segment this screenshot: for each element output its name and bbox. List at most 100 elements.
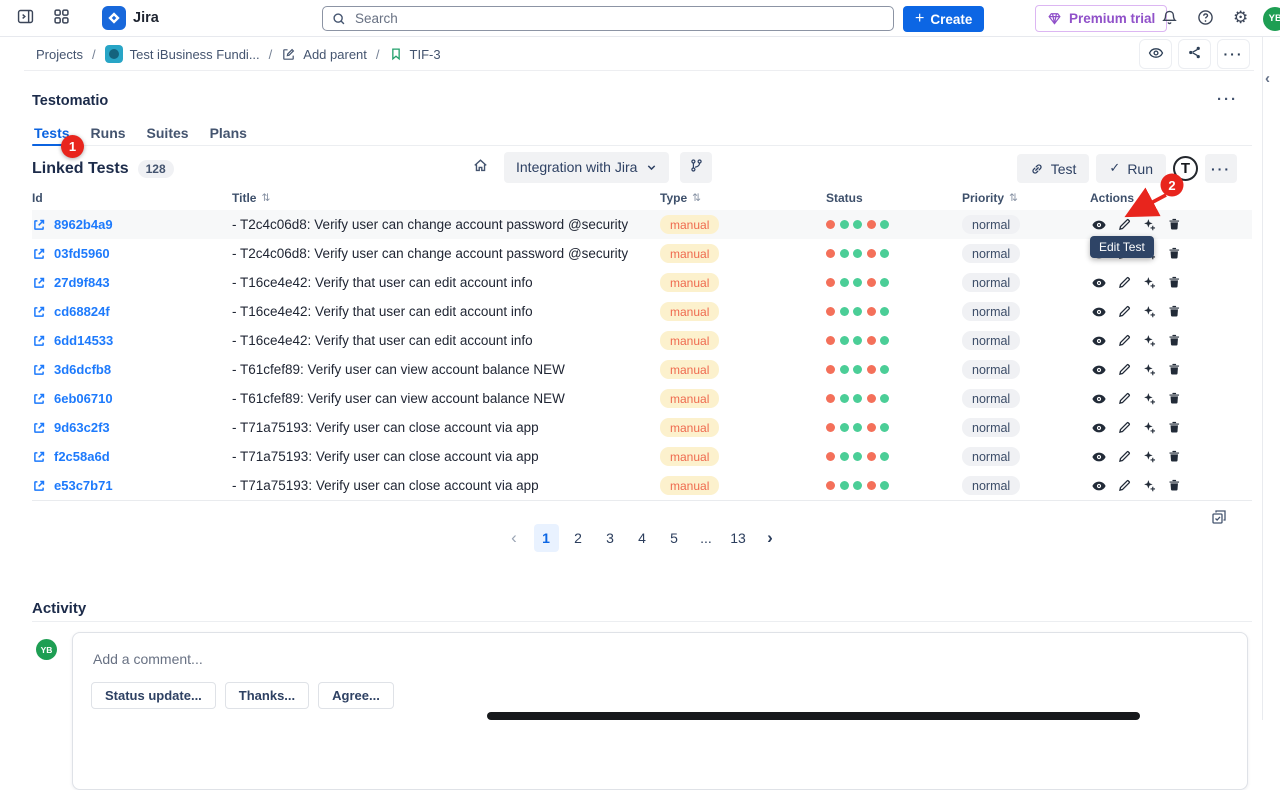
share-button[interactable] xyxy=(1178,39,1211,69)
collapse-panel-button[interactable]: ‹ xyxy=(1263,68,1272,89)
column-header-priority[interactable]: Priority⇅ xyxy=(962,191,1090,205)
status-dot-green xyxy=(853,336,862,345)
run-button[interactable]: ✓ Run xyxy=(1096,154,1166,183)
breadcrumb-project[interactable]: Test iBusiness Fundi... xyxy=(105,45,260,63)
ai-generate-action-button[interactable] xyxy=(1141,420,1157,436)
delete-action-button[interactable] xyxy=(1166,246,1182,262)
home-button[interactable] xyxy=(468,153,493,181)
edit-action-button[interactable] xyxy=(1116,391,1132,407)
search-input[interactable] xyxy=(353,10,884,27)
edit-action-button[interactable] xyxy=(1116,304,1132,320)
create-button[interactable]: + Create xyxy=(903,6,984,32)
breadcrumb-add-parent[interactable]: Add parent xyxy=(281,47,367,62)
pagination-page-5[interactable]: 5 xyxy=(662,524,687,552)
ai-generate-action-button[interactable] xyxy=(1141,449,1157,465)
view-action-button[interactable] xyxy=(1091,391,1107,407)
tab-plans[interactable]: Plans xyxy=(208,121,249,145)
test-id-link[interactable]: e53c7b71 xyxy=(32,478,232,493)
ai-generate-action-button[interactable] xyxy=(1141,478,1157,494)
sort-icon[interactable]: ⇅ xyxy=(1009,192,1018,204)
delete-action-button[interactable] xyxy=(1166,304,1182,320)
delete-action-button[interactable] xyxy=(1166,449,1182,465)
test-id-link[interactable]: 6dd14533 xyxy=(32,333,232,348)
edit-action-button[interactable] xyxy=(1116,275,1132,291)
pagination-prev[interactable]: ‹ xyxy=(502,524,527,552)
test-id-link[interactable]: 27d9f843 xyxy=(32,275,232,290)
ai-generate-action-button[interactable] xyxy=(1141,304,1157,320)
settings-button[interactable]: ⚙ xyxy=(1229,6,1252,31)
row-actions xyxy=(1090,304,1252,320)
panel-more-button[interactable]: ··· xyxy=(1211,90,1244,109)
delete-action-button[interactable] xyxy=(1166,478,1182,494)
ai-generate-action-button[interactable] xyxy=(1141,217,1157,233)
quick-reply-button[interactable]: Status update... xyxy=(91,682,216,709)
user-avatar[interactable]: YB xyxy=(1263,7,1280,31)
tab-runs[interactable]: Runs xyxy=(89,121,128,145)
ai-generate-action-button[interactable] xyxy=(1141,275,1157,291)
edit-action-button[interactable] xyxy=(1116,478,1132,494)
comment-input[interactable] xyxy=(91,650,1229,668)
delete-action-button[interactable] xyxy=(1166,275,1182,291)
test-id-link[interactable]: 8962b4a9 xyxy=(32,217,232,232)
view-action-button[interactable] xyxy=(1091,217,1107,233)
edit-action-button[interactable] xyxy=(1116,362,1132,378)
jira-logo-icon[interactable] xyxy=(102,6,126,30)
branch-button[interactable] xyxy=(680,152,712,183)
help-button[interactable] xyxy=(1193,5,1218,33)
view-action-button[interactable] xyxy=(1091,362,1107,378)
notifications-button[interactable] xyxy=(1157,5,1182,33)
view-action-button[interactable] xyxy=(1091,449,1107,465)
ai-generate-action-button[interactable] xyxy=(1141,362,1157,378)
test-id-link[interactable]: 3d6dcfb8 xyxy=(32,362,232,377)
delete-action-button[interactable] xyxy=(1166,391,1182,407)
more-actions-button[interactable]: ··· xyxy=(1217,39,1250,69)
edit-action-button[interactable] xyxy=(1116,217,1132,233)
status-dot-green xyxy=(880,423,889,432)
column-header-type[interactable]: Type⇅ xyxy=(660,191,826,205)
delete-action-button[interactable] xyxy=(1166,420,1182,436)
pagination-page-2[interactable]: 2 xyxy=(566,524,591,552)
delete-icon xyxy=(1167,304,1182,319)
view-action-button[interactable] xyxy=(1091,304,1107,320)
test-id-link[interactable]: f2c58a6d xyxy=(32,449,232,464)
delete-action-button[interactable] xyxy=(1166,362,1182,378)
view-action-button[interactable] xyxy=(1091,420,1107,436)
view-action-button[interactable] xyxy=(1091,478,1107,494)
edit-action-button[interactable] xyxy=(1116,333,1132,349)
link-test-button[interactable]: Test xyxy=(1017,154,1090,183)
watch-button[interactable] xyxy=(1139,39,1172,69)
pagination-page-13[interactable]: 13 xyxy=(726,524,751,552)
premium-trial-button[interactable]: Premium trial xyxy=(1035,5,1167,32)
tab-suites[interactable]: Suites xyxy=(145,121,191,145)
ai-generate-action-button[interactable] xyxy=(1141,391,1157,407)
pagination-page-4[interactable]: 4 xyxy=(630,524,655,552)
test-id-link[interactable]: cd68824f xyxy=(32,304,232,319)
pagination-page-1[interactable]: 1 xyxy=(534,524,559,552)
edit-action-button[interactable] xyxy=(1116,420,1132,436)
sidebar-toggle-button[interactable] xyxy=(12,3,39,33)
pagination-next[interactable]: › xyxy=(758,524,783,552)
view-action-button[interactable] xyxy=(1091,333,1107,349)
quick-reply-button[interactable]: Thanks... xyxy=(225,682,309,709)
delete-action-button[interactable] xyxy=(1166,217,1182,233)
integration-dropdown[interactable]: Integration with Jira xyxy=(504,152,669,183)
breadcrumb-issue-key[interactable]: TIF-3 xyxy=(389,47,441,62)
delete-action-button[interactable] xyxy=(1166,333,1182,349)
sort-icon[interactable]: ⇅ xyxy=(692,192,701,204)
comment-box[interactable]: Status update... Thanks... Agree... xyxy=(72,632,1248,790)
view-action-button[interactable] xyxy=(1091,275,1107,291)
edit-action-button[interactable] xyxy=(1116,449,1132,465)
quick-reply-button[interactable]: Agree... xyxy=(318,682,394,709)
pagination-page-3[interactable]: 3 xyxy=(598,524,623,552)
test-id-link[interactable]: 9d63c2f3 xyxy=(32,420,232,435)
app-switcher-button[interactable] xyxy=(49,4,74,32)
edit-icon xyxy=(1117,275,1132,290)
sort-icon[interactable]: ⇅ xyxy=(261,192,270,204)
test-id-link[interactable]: 03fd5960 xyxy=(32,246,232,261)
table-more-button[interactable]: ··· xyxy=(1205,154,1237,183)
column-header-title[interactable]: Title⇅ xyxy=(232,191,660,205)
ai-generate-action-button[interactable] xyxy=(1141,333,1157,349)
breadcrumb-projects[interactable]: Projects xyxy=(36,47,83,62)
test-id-link[interactable]: 6eb06710 xyxy=(32,391,232,406)
global-search[interactable] xyxy=(322,6,894,31)
